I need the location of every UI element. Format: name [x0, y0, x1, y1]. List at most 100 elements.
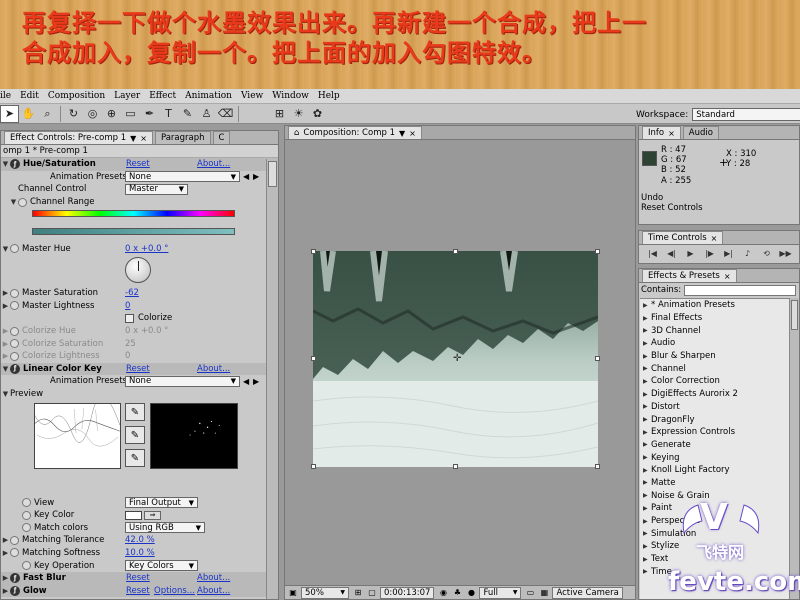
text-tool-icon[interactable]: T: [159, 105, 178, 123]
twirl-right-icon[interactable]: ▶: [643, 365, 651, 372]
about-link[interactable]: About...: [197, 364, 230, 374]
menu-file[interactable]: ile: [0, 91, 11, 101]
tab-effect-controls[interactable]: Effect Controls: Pre-comp 1 ▼ ×: [4, 131, 153, 144]
about-link[interactable]: About...: [197, 159, 230, 169]
menu-composition[interactable]: Composition: [48, 91, 105, 101]
master-hue-value[interactable]: 0 x +0.0 °: [125, 244, 168, 254]
options-link[interactable]: Options...: [154, 586, 195, 596]
brush-tool-icon[interactable]: ✎: [178, 105, 197, 123]
key-color-swatch[interactable]: [125, 510, 142, 520]
stopwatch-icon[interactable]: [22, 561, 31, 571]
channel-control-dropdown[interactable]: Master ▼: [125, 183, 188, 195]
twirl-right-icon[interactable]: ▶: [1, 536, 10, 544]
add-color-eyedropper-icon[interactable]: ✎: [125, 426, 145, 445]
pen-tool-icon[interactable]: ✒: [140, 105, 159, 123]
layer-handle-top-center[interactable]: [453, 249, 458, 254]
tab-paragraph[interactable]: Paragraph: [154, 131, 211, 144]
reset-link[interactable]: Reset: [126, 573, 150, 583]
panel-menu-icon[interactable]: ▼: [399, 129, 405, 138]
first-frame-icon[interactable]: |◀: [643, 249, 662, 258]
effect-controls-scrollbar[interactable]: [266, 159, 278, 599]
resolution-dropdown[interactable]: Full ▼: [479, 586, 522, 599]
twirl-right-icon[interactable]: ▶: [1, 574, 10, 582]
reset-link[interactable]: Reset: [126, 159, 150, 169]
close-icon[interactable]: ×: [668, 129, 675, 138]
scrollbar-thumb[interactable]: [791, 300, 798, 330]
mask-visibility-icon[interactable]: ▢: [366, 587, 378, 599]
layer-handle-bottom-center[interactable]: [453, 464, 458, 469]
menu-help[interactable]: Help: [318, 91, 340, 101]
current-time-display[interactable]: 0:00:13:07: [380, 586, 435, 599]
close-icon[interactable]: ×: [409, 129, 416, 138]
fx-toggle-icon[interactable]: ƒ: [10, 585, 20, 596]
twirl-right-icon[interactable]: ▶: [643, 391, 651, 398]
key-color-eyedropper-icon[interactable]: ✎: [125, 403, 145, 422]
twirl-right-icon[interactable]: ▶: [643, 467, 651, 474]
panel-menu-icon[interactable]: ▼: [130, 134, 136, 143]
last-frame-icon[interactable]: ▶|: [719, 249, 738, 258]
master-saturation-value[interactable]: -62: [125, 288, 139, 298]
matching-softness-value[interactable]: 10.0 %: [125, 548, 155, 558]
twirl-right-icon[interactable]: ▶: [643, 302, 651, 309]
stopwatch-icon[interactable]: [22, 498, 31, 508]
stopwatch-icon[interactable]: [22, 523, 31, 533]
tab-character[interactable]: C: [212, 131, 231, 144]
rotate-tool-icon[interactable]: ↻: [64, 105, 83, 123]
stopwatch-icon[interactable]: [10, 535, 19, 545]
channel-range-graph[interactable]: [1, 208, 278, 242]
menu-animation[interactable]: Animation: [185, 91, 232, 101]
list-item[interactable]: ▶ Final Effects: [640, 312, 790, 325]
tab-audio[interactable]: Audio: [682, 126, 719, 139]
match-colors-dropdown[interactable]: Using RGB ▼: [125, 522, 205, 534]
stopwatch-icon[interactable]: [10, 548, 19, 558]
next-preset-icon[interactable]: ▶: [253, 172, 259, 181]
next-preset-icon[interactable]: ▶: [253, 377, 259, 386]
world-axis-icon[interactable]: ☀: [289, 105, 308, 123]
twirl-down-icon[interactable]: ▼: [1, 160, 10, 168]
effect-header-linear-color-key[interactable]: ▼ ƒ Linear Color Key Reset About...: [1, 362, 278, 376]
twirl-down-icon[interactable]: ▼: [9, 198, 18, 206]
fx-toggle-icon[interactable]: ƒ: [10, 363, 20, 374]
list-item[interactable]: ▶ Keying: [640, 451, 790, 464]
tab-time-controls[interactable]: Time Controls ×: [642, 231, 724, 244]
stopwatch-icon[interactable]: [22, 510, 31, 520]
twirl-right-icon[interactable]: ▶: [643, 378, 651, 385]
view-axis-icon[interactable]: ✿: [308, 105, 327, 123]
scrollbar-thumb[interactable]: [268, 161, 277, 187]
magnification-dropdown[interactable]: 50% ▼: [301, 586, 349, 599]
twirl-down-icon[interactable]: ▼: [1, 390, 10, 398]
about-link[interactable]: About...: [197, 573, 230, 583]
animation-presets-dropdown[interactable]: None ▼: [125, 375, 240, 387]
ram-preview-icon[interactable]: ▶▶: [776, 249, 795, 258]
animation-presets-dropdown[interactable]: None ▼: [125, 171, 240, 183]
always-preview-icon[interactable]: ▣: [287, 587, 299, 599]
list-item[interactable]: ▶ Knoll Light Factory: [640, 464, 790, 477]
fx-toggle-icon[interactable]: ƒ: [10, 573, 20, 584]
lock-icon[interactable]: ⌂: [294, 128, 299, 138]
tab-composition-comp-1[interactable]: ⌂ Composition: Comp 1 ▼ ×: [288, 126, 422, 139]
fx-toggle-icon[interactable]: ƒ: [10, 159, 20, 170]
prev-preset-icon[interactable]: ◀: [243, 172, 249, 181]
twirl-right-icon[interactable]: ▶: [643, 340, 651, 347]
reset-link[interactable]: Reset: [126, 586, 150, 596]
list-item[interactable]: ▶ DragonFly: [640, 413, 790, 426]
layer-handle-bottom-right[interactable]: [595, 464, 600, 469]
reset-link[interactable]: Reset: [126, 364, 150, 374]
prev-preset-icon[interactable]: ◀: [243, 377, 249, 386]
close-icon[interactable]: ×: [724, 272, 731, 281]
view-dropdown[interactable]: Final Output ▼: [125, 497, 198, 509]
snapshot-icon[interactable]: ◉: [437, 587, 449, 599]
tab-info[interactable]: Info ×: [642, 126, 681, 139]
effects-search-input[interactable]: [684, 284, 796, 296]
show-snapshot-icon[interactable]: ♣: [451, 587, 463, 599]
clone-stamp-tool-icon[interactable]: ♙: [197, 105, 216, 123]
rectangle-mask-tool-icon[interactable]: ▭: [121, 105, 140, 123]
list-item[interactable]: ▶ Blur & Sharpen: [640, 350, 790, 363]
axis-mode-icon[interactable]: ⊞: [270, 105, 289, 123]
layer-handle-middle-right[interactable]: [595, 356, 600, 361]
close-icon[interactable]: ×: [711, 234, 718, 243]
colorize-checkbox[interactable]: [125, 313, 134, 323]
menu-window[interactable]: Window: [272, 91, 309, 101]
list-item[interactable]: ▶ DigiEffects Aurorix 2: [640, 388, 790, 401]
list-item[interactable]: ▶ Matte: [640, 477, 790, 490]
